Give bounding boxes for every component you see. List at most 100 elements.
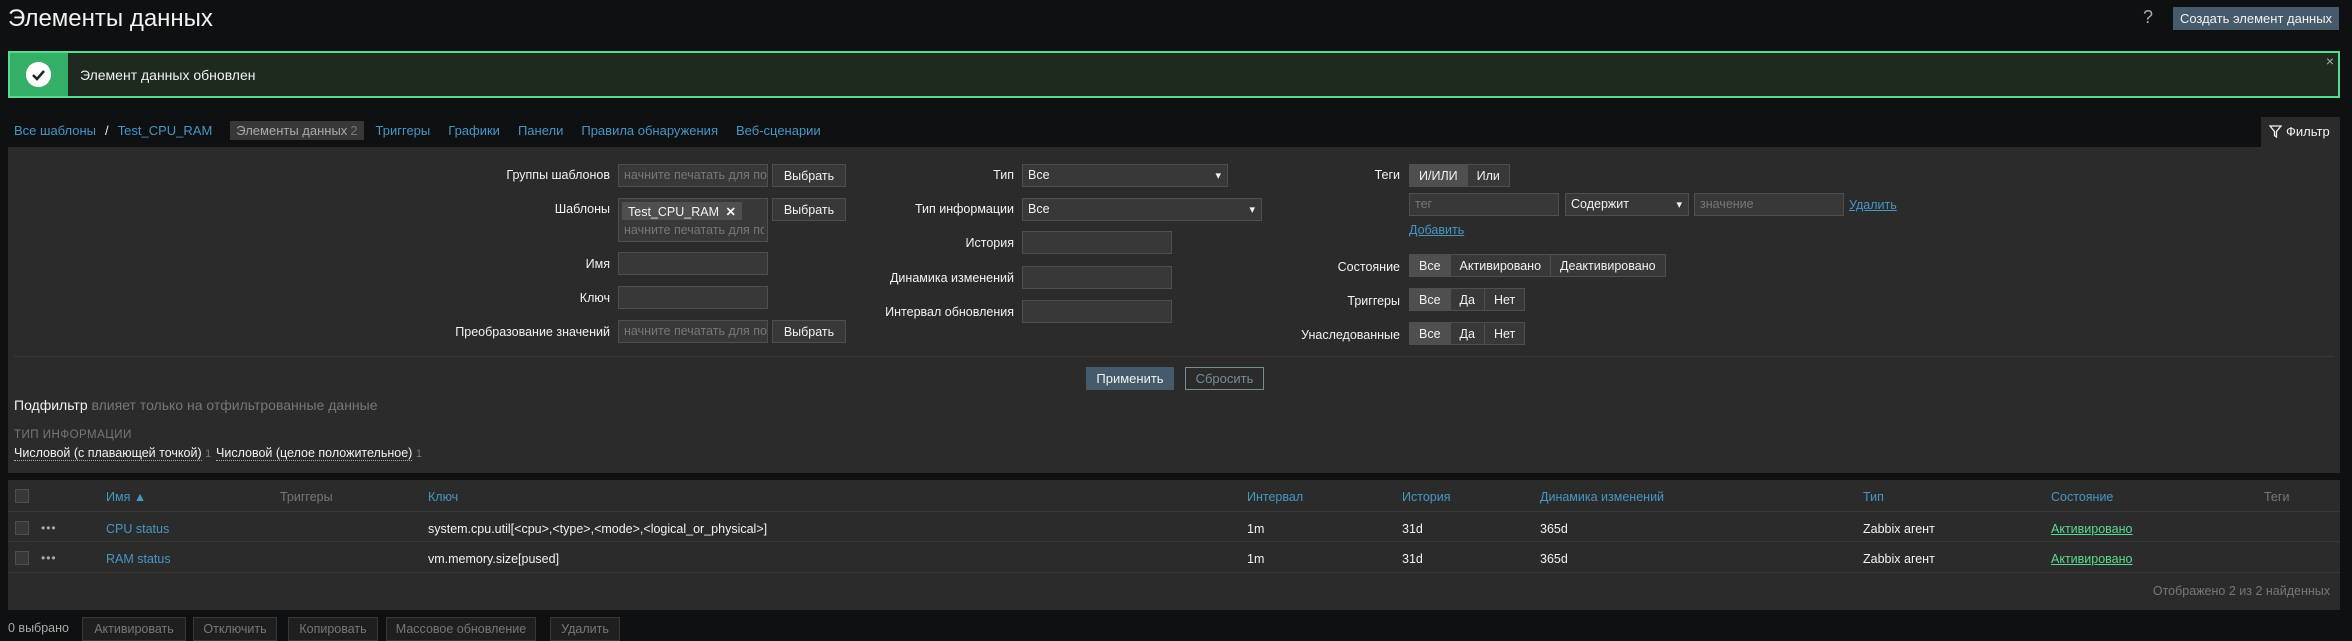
value-mapping-select-button[interactable]: Выбрать (772, 320, 846, 343)
item-status-link[interactable]: Активировано (2051, 552, 2133, 566)
select-all-checkbox[interactable] (15, 489, 29, 503)
triggers-option-no[interactable]: Нет (1484, 289, 1525, 310)
triggers-toggle[interactable]: Все Да Нет (1409, 288, 1526, 311)
subfilter-hint: влияет только на отфильтрованные данные (91, 397, 378, 413)
funnel-icon (2268, 125, 2283, 141)
subfilter-option-count: 1 (205, 448, 212, 460)
value-mapping-input[interactable]: начните печатать для поиска (618, 320, 768, 343)
row-divider (8, 572, 2340, 573)
row-checkbox[interactable] (15, 551, 29, 565)
triggers-option-all[interactable]: Все (1410, 289, 1451, 310)
subfilter-option-unsigned[interactable]: Числовой (целое положительное) 1 (216, 446, 422, 461)
template-chip-label: Test_CPU_RAM (628, 205, 719, 219)
inherited-option-yes[interactable]: Да (1450, 323, 1485, 344)
subfilter-option-float[interactable]: Числовой (с плавающей точкой) 1 (14, 446, 212, 461)
subfilter-option-label[interactable]: Числовой (с плавающей точкой) (14, 446, 202, 461)
item-name-link[interactable]: CPU status (106, 522, 169, 536)
column-name[interactable]: Имя ▲ (106, 490, 146, 504)
enable-button[interactable]: Активировать (82, 617, 186, 641)
tab-items[interactable]: Элементы данных 2 (230, 120, 364, 140)
row-menu-icon[interactable]: ••• (41, 521, 57, 535)
reset-button[interactable]: Сбросить (1185, 367, 1264, 390)
templates-multiselect[interactable]: Test_CPU_RAM ✕ начните печатать для поис… (618, 198, 768, 242)
column-key[interactable]: Ключ (428, 490, 458, 504)
column-history[interactable]: История (1402, 490, 1450, 504)
tag-operator-select[interactable]: Содержит ▾ (1565, 193, 1689, 216)
tag-name-input[interactable]: тег (1409, 193, 1559, 216)
inherited-label: Унаследованные (1301, 328, 1400, 342)
row-menu-icon[interactable]: ••• (41, 551, 57, 565)
breadcrumb-all-templates[interactable]: Все шаблоны (14, 123, 96, 138)
interval-label: Интервал обновления (885, 305, 1014, 319)
info-type-select[interactable]: Все ▾ (1022, 198, 1262, 221)
add-tag-link[interactable]: Добавить (1409, 223, 1464, 237)
breadcrumb-template[interactable]: Test_CPU_RAM (118, 123, 213, 138)
create-item-button[interactable]: Создать элемент данных (2173, 7, 2339, 30)
subfilter-option-label[interactable]: Числовой (целое положительное) (216, 446, 413, 461)
type-select-value: Все (1028, 168, 1050, 182)
tab-items-count: 2 (350, 122, 358, 138)
state-option-disabled[interactable]: Деактивировано (1551, 255, 1665, 276)
tag-operator-value: Содержит (1571, 197, 1629, 211)
row-divider (8, 541, 2340, 542)
tab-discovery[interactable]: Правила обнаружения (581, 123, 718, 138)
mass-update-button[interactable]: Массовое обновление (386, 617, 536, 641)
apply-button[interactable]: Применить (1086, 367, 1174, 390)
type-select[interactable]: Все ▾ (1022, 164, 1228, 187)
filter-tab[interactable]: Фильтр (2261, 117, 2340, 147)
tags-and-or-option[interactable]: И/ИЛИ (1410, 165, 1468, 186)
disable-button[interactable]: Отключить (193, 617, 277, 641)
state-label: Состояние (1337, 260, 1400, 274)
column-status[interactable]: Состояние (2051, 490, 2113, 504)
tag-value-input[interactable]: значение (1694, 193, 1844, 216)
chevron-down-icon: ▾ (1215, 170, 1221, 182)
subfilter-title: Подфильтр (14, 397, 88, 413)
inherited-option-all[interactable]: Все (1410, 323, 1451, 344)
breadcrumb: Все шаблоны / Test_CPU_RAM Элементы данн… (14, 120, 839, 140)
inherited-toggle[interactable]: Все Да Нет (1409, 322, 1526, 345)
delete-button[interactable]: Удалить (550, 617, 620, 641)
help-icon[interactable]: ? (2138, 7, 2158, 29)
copy-button[interactable]: Копировать (288, 617, 378, 641)
templates-input[interactable]: начните печатать для поиска (624, 223, 764, 237)
close-icon[interactable]: × (2326, 53, 2334, 69)
row-checkbox[interactable] (15, 521, 29, 535)
remove-tag-link[interactable]: Удалить (1849, 198, 1897, 212)
state-option-all[interactable]: Все (1410, 255, 1451, 276)
item-status-link[interactable]: Активировано (2051, 522, 2133, 536)
state-option-enabled[interactable]: Активировано (1450, 255, 1552, 276)
name-input[interactable] (618, 252, 768, 275)
selected-count: 0 выбрано (8, 621, 69, 635)
item-interval: 1m (1247, 552, 1265, 566)
state-toggle[interactable]: Все Активировано Деактивировано (1409, 254, 1666, 277)
tab-triggers[interactable]: Триггеры (376, 123, 431, 138)
tab-graphs[interactable]: Графики (448, 123, 500, 138)
column-type[interactable]: Тип (1863, 490, 1884, 504)
history-input[interactable] (1022, 231, 1172, 254)
info-type-label: Тип информации (914, 202, 1014, 216)
column-trends[interactable]: Динамика изменений (1540, 490, 1664, 504)
tab-web[interactable]: Веб-сценарии (736, 123, 821, 138)
item-type: Zabbix агент (1863, 522, 1935, 536)
inherited-option-no[interactable]: Нет (1484, 323, 1525, 344)
tags-or-option[interactable]: Или (1467, 165, 1509, 186)
tags-operator-toggle[interactable]: И/ИЛИ Или (1409, 164, 1510, 187)
remove-chip-icon[interactable]: ✕ (725, 205, 735, 219)
subfilter-section-title: ТИП ИНФОРМАЦИИ (14, 429, 132, 441)
column-interval[interactable]: Интервал (1247, 490, 1303, 504)
filter-panel (8, 147, 2340, 473)
items-table: Имя ▲ Триггеры Ключ Интервал История Дин… (8, 480, 2340, 610)
triggers-option-yes[interactable]: Да (1450, 289, 1485, 310)
trends-input[interactable] (1022, 266, 1172, 289)
subfilter-option-count: 1 (415, 448, 422, 460)
history-label: История (965, 236, 1014, 250)
interval-input[interactable] (1022, 300, 1172, 323)
filter-tab-label: Фильтр (2286, 124, 2330, 139)
tab-dashboards[interactable]: Панели (518, 123, 563, 138)
key-input[interactable] (618, 286, 768, 309)
item-name-link[interactable]: RAM status (106, 552, 171, 566)
item-key: system.cpu.util[<cpu>,<type>,<mode>,<log… (428, 522, 768, 536)
host-groups-input[interactable]: начните печатать для поиска (618, 164, 768, 187)
trends-label: Динамика изменений (889, 271, 1014, 285)
message-text: Элемент данных обновлен (80, 67, 256, 83)
